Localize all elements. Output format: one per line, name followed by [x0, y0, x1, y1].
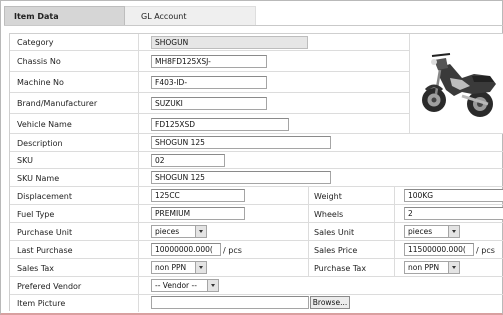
last-purchase-input[interactable]: 10000000.000(	[151, 243, 221, 256]
sales-unit-select[interactable]: pieces	[404, 225, 460, 238]
sales-price-unit: / pcs	[476, 246, 495, 255]
brand-input[interactable]: SUZUKI	[151, 97, 267, 110]
category-field: SHOGUN	[151, 36, 308, 49]
chevron-down-icon	[195, 226, 206, 237]
last-purchase-unit: / pcs	[223, 246, 242, 255]
tab-item-data[interactable]: Item Data	[4, 6, 125, 25]
item-data-panel: Category SHOGUN Chassis No MH8FD125XSJ- …	[9, 33, 503, 312]
purchase-tax-select[interactable]: non PPN	[404, 261, 460, 274]
chassis-no-label: Chassis No	[17, 57, 61, 66]
motorcycle-photo	[422, 53, 496, 117]
browse-button[interactable]: Browse...	[310, 296, 350, 309]
purchase-tax-label: Purchase Tax	[314, 264, 367, 273]
fuel-type-input[interactable]: PREMIUM	[151, 207, 245, 220]
chevron-down-icon	[448, 226, 459, 237]
chassis-no-input[interactable]: MH8FD125XSJ-	[151, 55, 267, 68]
description-label: Description	[17, 139, 63, 148]
item-picture-label: Item Picture	[17, 299, 66, 308]
sales-unit-label: Sales Unit	[314, 228, 355, 237]
weight-label: Weight	[314, 192, 342, 201]
row-vendor: Prefered Vendor -- Vendor --	[10, 277, 503, 295]
vehicle-name-input[interactable]: FD125XSD	[151, 118, 289, 131]
sales-tax-select[interactable]: non PPN	[151, 261, 207, 274]
sales-unit-value: pieces	[408, 227, 433, 236]
chevron-down-icon	[207, 280, 218, 291]
vendor-label: Prefered Vendor	[17, 282, 82, 291]
sku-input[interactable]: 02	[151, 154, 225, 167]
item-form-window: Item Data GL Account Category SHOGUN Cha…	[0, 0, 503, 315]
tab-gl-account[interactable]: GL Account	[125, 6, 256, 25]
purchase-unit-value: pieces	[155, 227, 180, 236]
chevron-down-icon	[448, 262, 459, 273]
sales-tax-value: non PPN	[155, 263, 187, 272]
row-units: Purchase Unit pieces Sales Unit pieces	[10, 223, 503, 241]
sku-name-input[interactable]: SHOGUN 125	[151, 171, 331, 184]
sales-tax-label: Sales Tax	[17, 264, 55, 273]
row-item-picture: Item Picture Browse...	[10, 295, 503, 312]
row-fuel-wheels: Fuel Type PREMIUM Wheels 2	[10, 205, 503, 223]
machine-no-input[interactable]: F403-ID-	[151, 76, 267, 89]
row-description: Description SHOGUN 125	[10, 134, 503, 152]
tab-divider	[4, 25, 503, 26]
vehicle-name-label: Vehicle Name	[17, 120, 72, 129]
purchase-unit-label: Purchase Unit	[17, 228, 73, 237]
category-label: Category	[17, 38, 54, 47]
wheels-input[interactable]: 2	[404, 207, 503, 220]
item-picture-file-input[interactable]	[151, 296, 309, 309]
vendor-value: -- Vendor --	[155, 281, 197, 290]
vendor-select[interactable]: -- Vendor --	[151, 279, 219, 292]
row-sku-name: SKU Name SHOGUN 125	[10, 169, 503, 187]
brand-label: Brand/Manufacturer	[17, 99, 98, 108]
row-prices: Last Purchase 10000000.000( / pcs Sales …	[10, 241, 503, 259]
tab-bar: Item Data GL Account	[4, 6, 256, 25]
displacement-label: Displacement	[17, 192, 72, 201]
description-input[interactable]: SHOGUN 125	[151, 136, 331, 149]
last-purchase-label: Last Purchase	[17, 246, 73, 255]
row-sku: SKU 02	[10, 152, 503, 169]
row-displacement-weight: Displacement 125CC Weight 100KG	[10, 187, 503, 205]
item-photo	[409, 34, 503, 133]
displacement-input[interactable]: 125CC	[151, 189, 245, 202]
purchase-tax-value: non PPN	[408, 263, 440, 272]
wheels-label: Wheels	[314, 210, 344, 219]
chevron-down-icon	[195, 262, 206, 273]
weight-input[interactable]: 100KG	[404, 189, 503, 202]
purchase-unit-select[interactable]: pieces	[151, 225, 207, 238]
sales-price-input[interactable]: 11500000.000(	[404, 243, 474, 256]
machine-no-label: Machine No	[17, 78, 64, 87]
fuel-type-label: Fuel Type	[17, 210, 55, 219]
sales-price-label: Sales Price	[314, 246, 358, 255]
sku-label: SKU	[17, 156, 33, 165]
row-taxes: Sales Tax non PPN Purchase Tax non PPN	[10, 259, 503, 277]
sku-name-label: SKU Name	[17, 174, 60, 183]
